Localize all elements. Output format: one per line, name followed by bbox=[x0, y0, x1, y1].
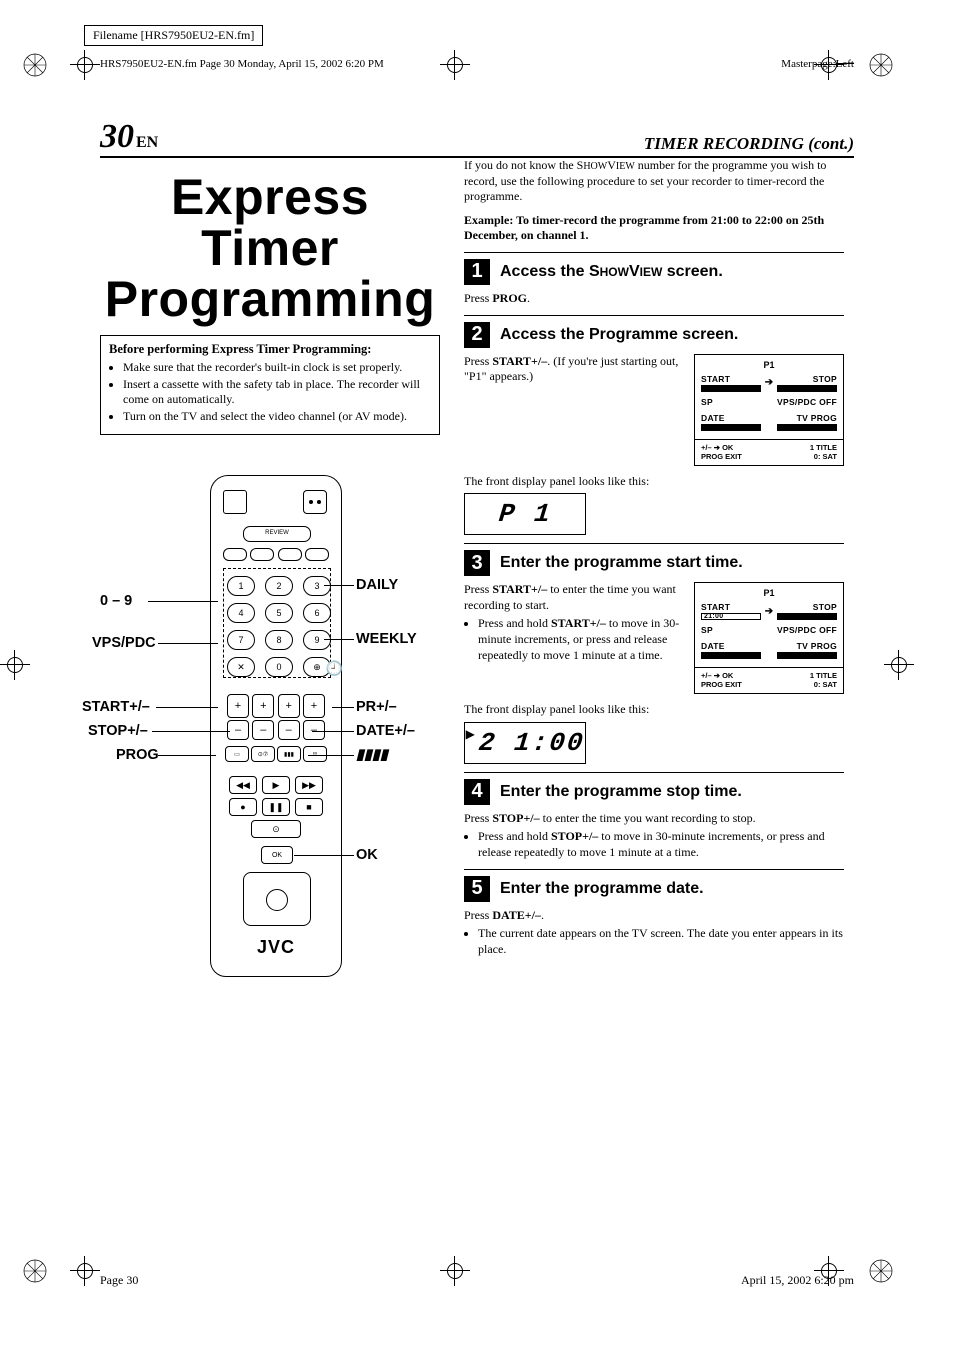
step-number: 2 bbox=[464, 322, 490, 348]
callout-prog: PROG bbox=[116, 747, 159, 763]
footer-page: Page 30 bbox=[100, 1273, 138, 1288]
section-title: TIMER RECORDING (cont.) bbox=[644, 134, 854, 154]
step-4-title: Enter the programme stop time. bbox=[500, 783, 742, 801]
review-button: REVIEW bbox=[243, 526, 311, 542]
step-3-title: Enter the programme start time. bbox=[500, 554, 743, 572]
number-keypad: 123 456 789 ✕0⊕ bbox=[227, 576, 325, 677]
before-heading: Before performing Express Timer Programm… bbox=[109, 342, 431, 357]
clock-icon: 🕘 bbox=[326, 661, 343, 678]
masterpage: Masterpage:Left bbox=[781, 58, 854, 70]
crosshair-mark bbox=[0, 650, 30, 680]
callout-ok: OK bbox=[356, 847, 378, 863]
osd-screen: P1 START ➔ STOP SP VPS/PDC OFF bbox=[694, 354, 844, 466]
callout-weekly: WEEKLY bbox=[356, 631, 417, 647]
before-item: Make sure that the recorder's built-in c… bbox=[123, 360, 431, 375]
step-1-title: Access the SHOWVIEW screen. bbox=[500, 263, 723, 281]
callout-daily: DAILY bbox=[356, 577, 398, 593]
step-2-title: Access the Programme screen. bbox=[500, 326, 738, 344]
step-number: 1 bbox=[464, 259, 490, 285]
page-number: 30EN bbox=[100, 120, 158, 154]
step-5-title: Enter the programme date. bbox=[500, 880, 704, 898]
before-item: Insert a cassette with the safety tab in… bbox=[123, 377, 431, 407]
before-box: Before performing Express Timer Programm… bbox=[100, 335, 440, 435]
step-2-body: Press START+/–. (If you're just starting… bbox=[464, 354, 684, 385]
filename-box: Filename [HRS7950EU2-EN.fm] bbox=[84, 25, 263, 46]
front-panel-display: P 1 bbox=[464, 493, 586, 535]
front-panel-caption: The front display panel looks like this: bbox=[464, 702, 844, 718]
footer-date: April 15, 2002 6:20 pm bbox=[741, 1273, 854, 1288]
step-number: 5 bbox=[464, 876, 490, 902]
registration-mark bbox=[868, 1258, 894, 1284]
registration-mark bbox=[22, 52, 48, 78]
brand-logo: JVC bbox=[211, 937, 341, 958]
intro-text: If you do not know the SHOWVIEW number f… bbox=[464, 158, 844, 205]
callout-date: DATE+/– bbox=[356, 723, 415, 739]
ok-button-remote: OK bbox=[261, 846, 293, 864]
crosshair-mark bbox=[70, 1256, 100, 1286]
page-title: Express Timer Programming bbox=[100, 172, 440, 325]
step-1-body: Press PROG. bbox=[464, 291, 844, 307]
before-item: Turn on the TV and select the video chan… bbox=[123, 409, 431, 424]
callout-digits: 0 – 9 bbox=[100, 593, 132, 609]
front-panel-caption: The front display panel looks like this: bbox=[464, 474, 844, 490]
remote-illustration: REVIEW 123 456 789 ✕0⊕ 🕘 ++++ –––– ▭⊙⑦▮▮… bbox=[110, 475, 430, 1035]
dpad bbox=[243, 872, 311, 926]
callout-bars: ▮▮▮▮ bbox=[356, 747, 388, 763]
step-number: 4 bbox=[464, 779, 490, 805]
step-4-body: Press STOP+/– to enter the time you want… bbox=[464, 811, 844, 861]
step-5-body: Press DATE+/–. The current date appears … bbox=[464, 908, 844, 958]
callout-stop: STOP+/– bbox=[88, 723, 148, 739]
header-left: HRS7950EU2-EN.fm Page 30 Monday, April 1… bbox=[100, 58, 384, 70]
registration-mark bbox=[868, 52, 894, 78]
registration-mark bbox=[22, 1258, 48, 1284]
crosshair-mark bbox=[884, 650, 914, 680]
example-text: Example: To timer-record the programme f… bbox=[464, 213, 844, 244]
callout-vpspdc: VPS/PDC bbox=[92, 635, 156, 651]
callout-start: START+/– bbox=[82, 699, 150, 715]
step-number: 3 bbox=[464, 550, 490, 576]
crosshair-mark bbox=[70, 50, 100, 80]
front-panel-display: ▶2 1:00 bbox=[464, 722, 586, 764]
callout-pr: PR+/– bbox=[356, 699, 397, 715]
step-3-body: Press START+/– to enter the time you wan… bbox=[464, 582, 684, 665]
osd-screen: P1 START ➔ STOP SP VPS/PDC OFF bbox=[694, 582, 844, 694]
